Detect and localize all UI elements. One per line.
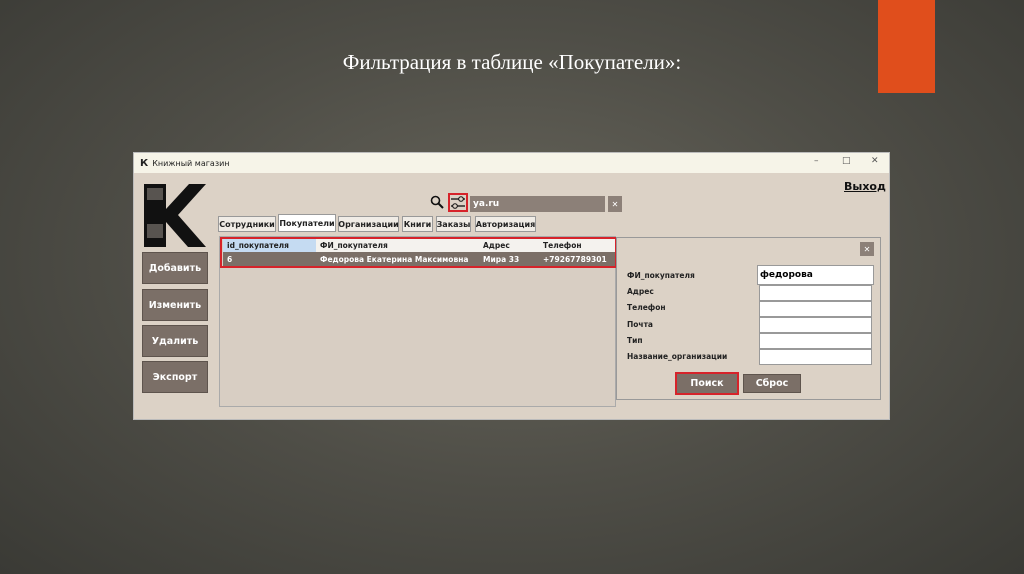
field-label: Телефон xyxy=(627,303,666,312)
exit-link[interactable]: Выход xyxy=(844,180,886,193)
close-window-button[interactable]: ✕ xyxy=(871,156,879,166)
tab-employees[interactable]: Сотрудники xyxy=(218,216,276,232)
address-filter-input[interactable] xyxy=(759,285,872,301)
filter-panel: ✕ ФИ_покупателя Адрес Телефон Почта Тип … xyxy=(616,237,881,400)
field-label: Адрес xyxy=(627,287,654,296)
edit-button[interactable]: Изменить xyxy=(142,289,208,321)
phone-filter-input[interactable] xyxy=(759,301,872,317)
search-input[interactable]: ya.ru xyxy=(470,196,605,212)
app-icon: К xyxy=(140,157,149,169)
data-grid[interactable]: id_покупателя ФИ_покупателя Адрес Телефо… xyxy=(219,236,617,407)
export-button[interactable]: Экспорт xyxy=(142,361,208,393)
reset-button[interactable]: Сброс xyxy=(743,374,801,393)
close-filter-button[interactable]: ✕ xyxy=(860,242,874,256)
tab-customers[interactable]: Покупатели xyxy=(278,214,336,232)
title-bar: К Книжный магазин – □ ✕ xyxy=(134,153,889,173)
accent-block xyxy=(878,0,935,93)
tab-authorization[interactable]: Авторизация xyxy=(475,216,536,232)
highlight-box xyxy=(220,237,617,268)
organization-filter-input[interactable] xyxy=(759,349,872,365)
magnifier-icon[interactable] xyxy=(430,194,444,213)
maximize-button[interactable]: □ xyxy=(842,156,851,166)
clear-search-button[interactable]: ✕ xyxy=(608,196,622,212)
add-button[interactable]: Добавить xyxy=(142,252,208,284)
field-label: Название_организации xyxy=(627,352,728,361)
sliders-icon[interactable] xyxy=(448,193,468,212)
window-title: Книжный магазин xyxy=(152,158,230,168)
customer-name-filter-input[interactable]: федорова xyxy=(757,265,874,285)
minimize-button[interactable]: – xyxy=(814,156,819,166)
delete-button[interactable]: Удалить xyxy=(142,325,208,357)
field-label: Тип xyxy=(627,336,643,345)
field-label: ФИ_покупателя xyxy=(627,271,695,280)
type-filter-input[interactable] xyxy=(759,333,872,349)
app-window: К Книжный магазин – □ ✕ Добавить Изменит… xyxy=(133,152,890,420)
search-button[interactable]: Поиск xyxy=(675,372,739,395)
tab-organizations[interactable]: Организации xyxy=(338,216,399,232)
slide-title: Фильтрация в таблице «Покупатели»: xyxy=(342,50,682,74)
tab-orders[interactable]: Заказы xyxy=(436,216,471,232)
logo xyxy=(144,184,206,247)
tab-books[interactable]: Книги xyxy=(402,216,433,232)
email-filter-input[interactable] xyxy=(759,317,872,333)
field-label: Почта xyxy=(627,320,653,329)
